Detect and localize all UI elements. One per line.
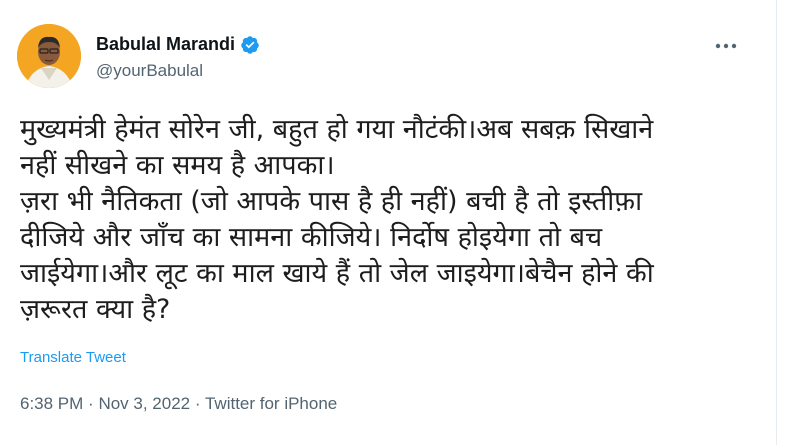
tweet-text-line: मुख्यमंत्री हेमंत सोरेन जी, बहुत हो गया … <box>20 114 654 145</box>
more-options-button[interactable] <box>712 34 740 58</box>
author-name[interactable]: Babulal Marandi <box>96 34 235 55</box>
meta-separator: · <box>88 394 94 413</box>
tweet-text: मुख्यमंत्री हेमंत सोरेन जी, बहुत हो गया … <box>20 112 770 328</box>
tweet-source[interactable]: Twitter for iPhone <box>205 394 337 413</box>
tweet-text-line: दीजिये और जाँच का सामना कीजिये। निर्दोष … <box>20 222 603 253</box>
tweet-time[interactable]: 6:38 PM <box>20 394 83 413</box>
verified-badge-icon <box>241 35 259 54</box>
tweet-date[interactable]: Nov 3, 2022 <box>98 394 190 413</box>
meta-separator: · <box>194 394 201 413</box>
avatar[interactable] <box>17 24 81 88</box>
more-options-icon <box>715 43 737 49</box>
author-name-row: Babulal Marandi <box>96 34 260 55</box>
tweet-text-line: ज़रूरत क्या है? <box>20 294 171 325</box>
tweet-text-line: जाईयेगा।और लूट का माल खाये हैं तो जेल जा… <box>20 258 654 289</box>
author-handle[interactable]: @yourBabulal <box>96 61 203 81</box>
tweet-text-line: ज़रा भी नैतिकता (जो आपके पास है ही नहीं)… <box>20 186 643 217</box>
translate-tweet-link[interactable]: Translate Tweet <box>20 349 126 366</box>
tweet-text-line: नहीं सीखने का समय है आपका। <box>20 150 335 181</box>
card-divider <box>776 0 777 445</box>
avatar-image <box>17 24 81 88</box>
tweet-card: Babulal Marandi @yourBabulal मुख्यमंत्री… <box>0 0 800 445</box>
tweet-metadata: 6:38 PM · Nov 3, 2022 · Twitter for iPho… <box>20 394 337 414</box>
